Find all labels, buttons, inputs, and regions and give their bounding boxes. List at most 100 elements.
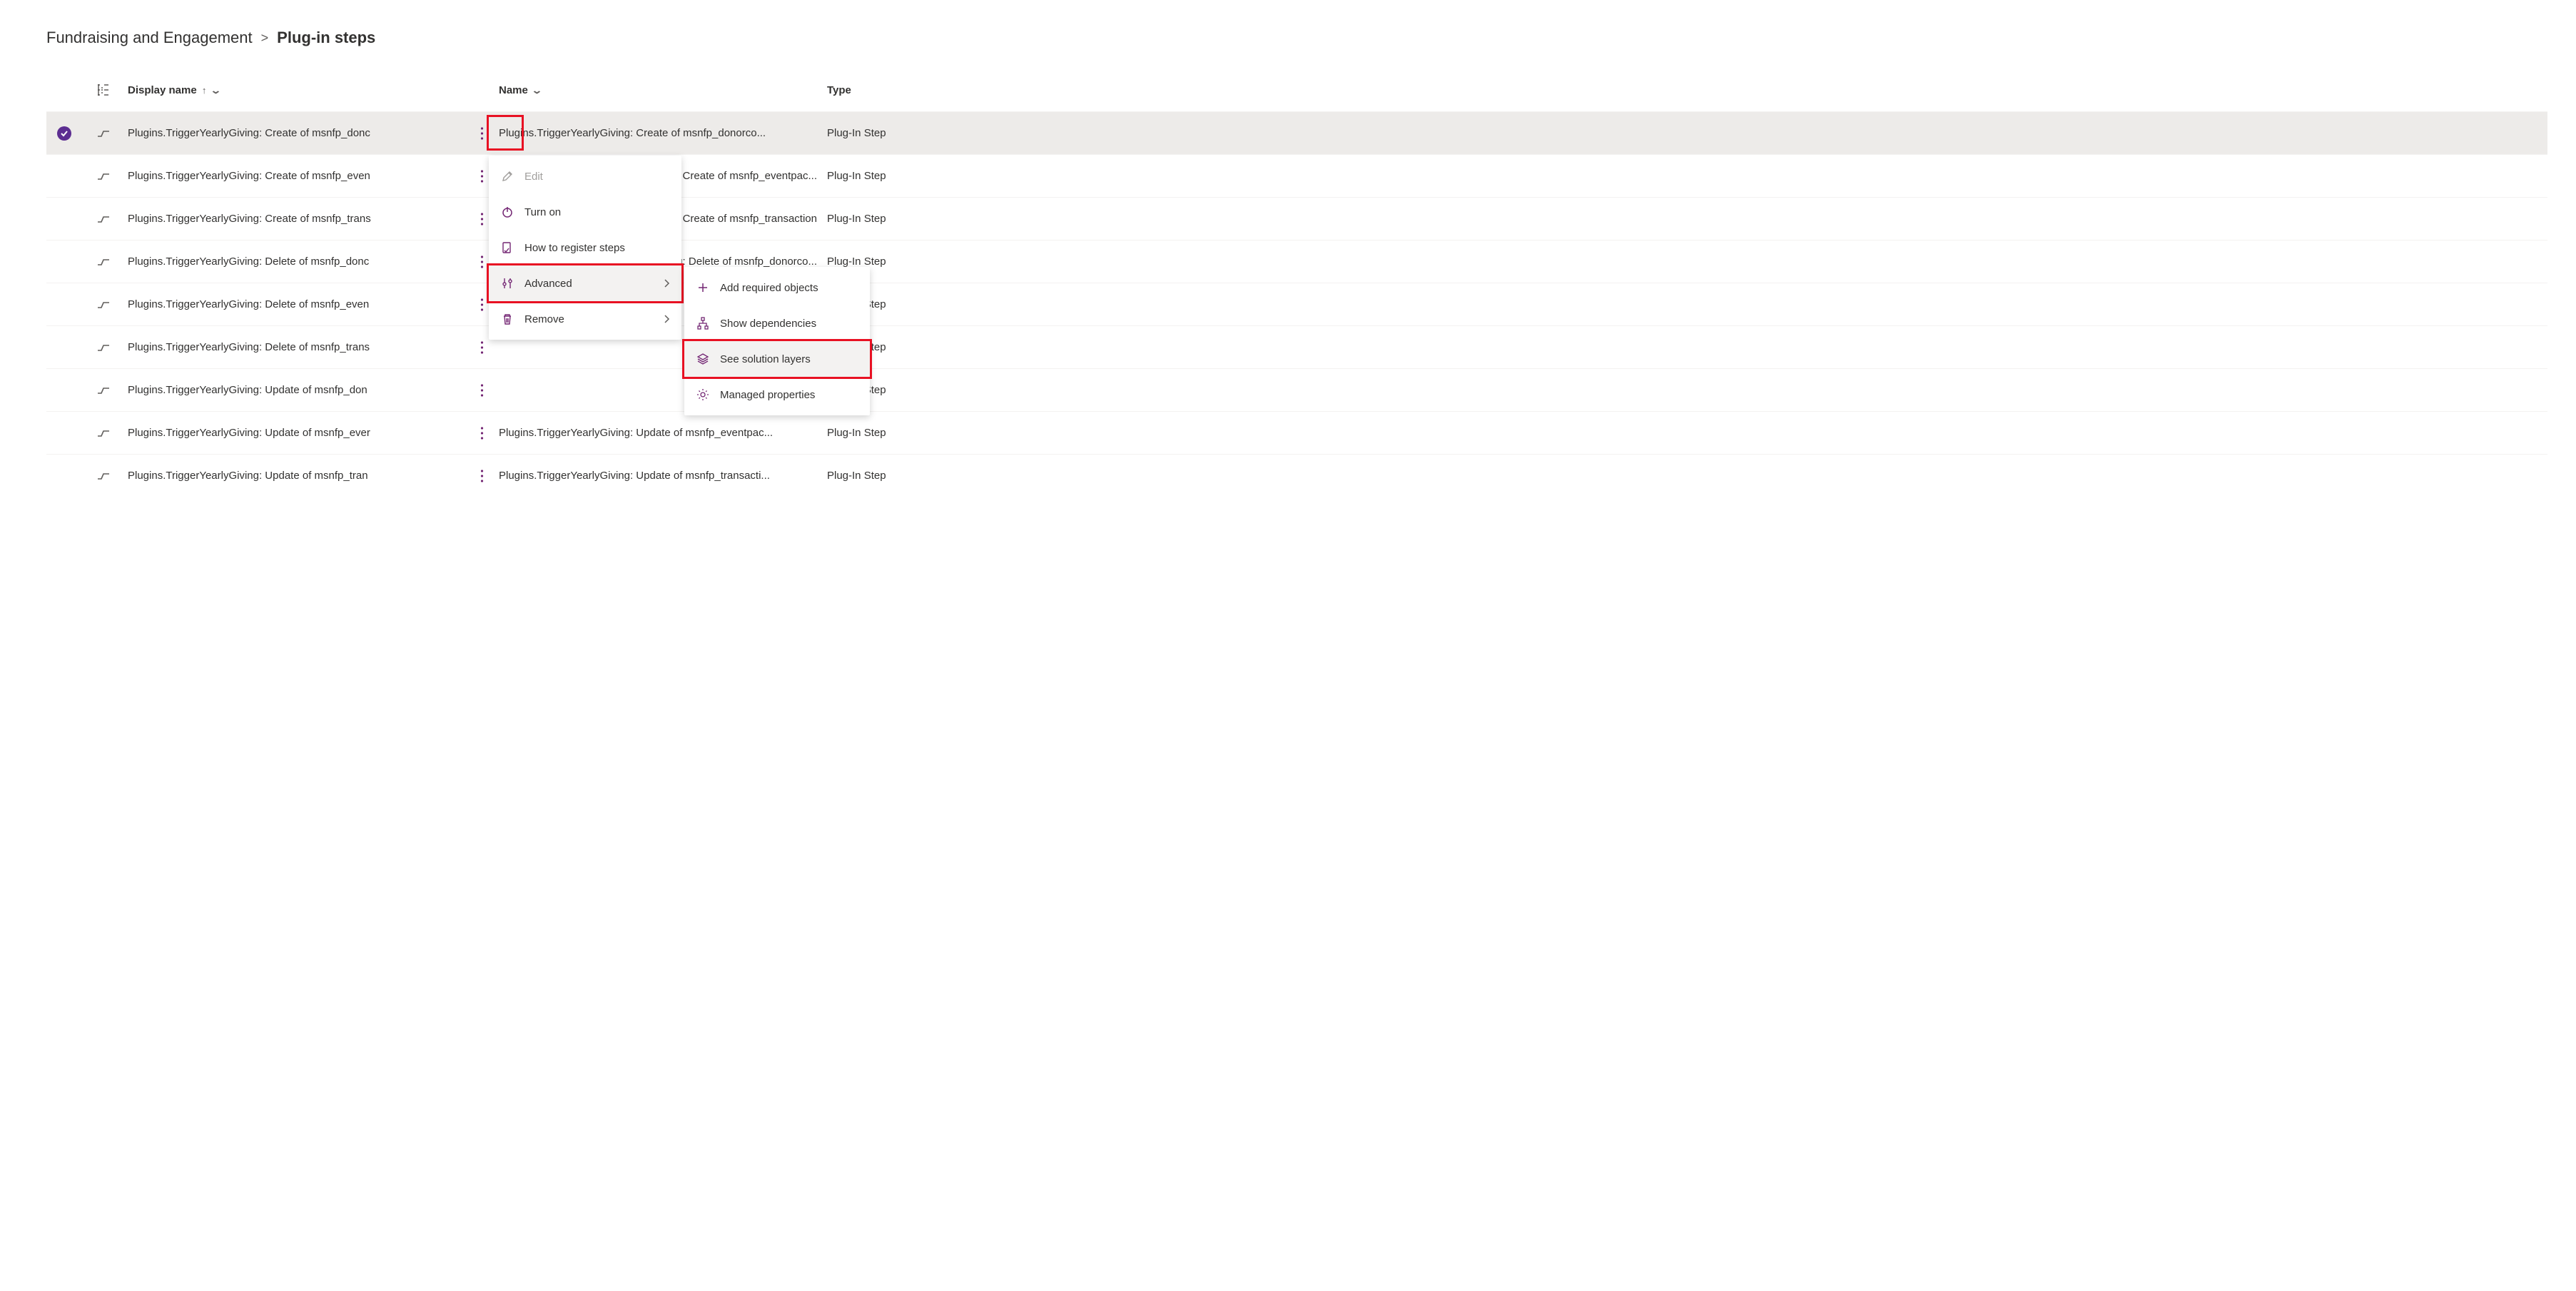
advanced-submenu: Add required objects Show dependencies S…	[684, 267, 870, 415]
menu-item-label: How to register steps	[524, 242, 625, 254]
grid-header: Display name ↑ ⌄ Name ⌄ Type	[46, 69, 2547, 111]
table-row[interactable]: Plugins.TriggerYearlyGiving: Delete of m…	[46, 240, 2547, 283]
submenu-item-add-required[interactable]: Add required objects	[684, 270, 870, 305]
more-actions-button[interactable]	[472, 378, 491, 403]
dependencies-icon	[696, 317, 710, 330]
grid-body: Plugins.TriggerYearlyGiving: Create of m…	[46, 111, 2547, 497]
column-header-display-name[interactable]: Display name ↑ ⌄	[125, 84, 467, 96]
edit-icon	[500, 170, 514, 183]
cell-display-name: Plugins.TriggerYearlyGiving: Create of m…	[125, 127, 467, 139]
power-icon	[500, 206, 514, 218]
table-row[interactable]: Plugins.TriggerYearlyGiving: Create of m…	[46, 154, 2547, 197]
menu-item-label: Show dependencies	[720, 318, 816, 330]
step-icon	[97, 384, 110, 397]
cell-display-name: Plugins.TriggerYearlyGiving: Update of m…	[125, 427, 467, 439]
menu-item-label: Advanced	[524, 278, 572, 290]
row-expand[interactable]	[82, 213, 125, 226]
chevron-down-icon: ⌄	[210, 85, 221, 96]
layers-icon	[696, 353, 710, 365]
breadcrumb-separator: >	[261, 31, 269, 46]
vertical-dots-icon	[480, 298, 484, 312]
vertical-dots-icon	[480, 340, 484, 355]
row-expand[interactable]	[82, 255, 125, 268]
step-icon	[97, 341, 110, 354]
table-row[interactable]: Plugins.TriggerYearlyGiving: Update of m…	[46, 411, 2547, 454]
cell-type: Plug-In Step	[824, 470, 967, 482]
row-expand[interactable]	[82, 384, 125, 397]
table-row[interactable]: Plugins.TriggerYearlyGiving: Delete of m…	[46, 283, 2547, 325]
cell-name: Plugins.TriggerYearlyGiving: Update of m…	[496, 427, 824, 439]
menu-item-remove[interactable]: Remove	[489, 301, 681, 337]
cell-display-name: Plugins.TriggerYearlyGiving: Create of m…	[125, 213, 467, 225]
menu-item-label: Remove	[524, 313, 564, 325]
cell-type: Plug-In Step	[824, 127, 967, 139]
cell-type: Plug-In Step	[824, 427, 967, 439]
submenu-item-see-solution-layers[interactable]: See solution layers	[684, 341, 870, 377]
row-expand[interactable]	[82, 127, 125, 140]
step-icon	[97, 255, 110, 268]
vertical-dots-icon	[480, 255, 484, 269]
menu-item-label: Turn on	[524, 206, 561, 218]
table-row[interactable]: Plugins.TriggerYearlyGiving: Update of m…	[46, 368, 2547, 411]
sort-ascending-icon: ↑	[202, 85, 207, 96]
menu-item-label: Managed properties	[720, 389, 815, 401]
vertical-dots-icon	[480, 426, 484, 440]
step-icon	[97, 470, 110, 482]
cell-display-name: Plugins.TriggerYearlyGiving: Create of m…	[125, 170, 467, 182]
context-menu: Edit Turn on How to register steps Advan…	[489, 156, 681, 340]
step-icon	[97, 213, 110, 226]
menu-item-turn-on[interactable]: Turn on	[489, 194, 681, 230]
plus-icon	[696, 281, 710, 294]
breadcrumb-current: Plug-in steps	[277, 29, 375, 47]
expand-column-header[interactable]	[82, 83, 125, 96]
cell-type: Plug-In Step	[824, 213, 967, 225]
more-actions-button[interactable]	[472, 121, 491, 146]
cell-name: Plugins.TriggerYearlyGiving: Create of m…	[496, 127, 824, 139]
cell-display-name: Plugins.TriggerYearlyGiving: Update of m…	[125, 384, 467, 396]
table-row[interactable]: Plugins.TriggerYearlyGiving: Delete of m…	[46, 325, 2547, 368]
list-tree-icon	[97, 83, 110, 96]
tools-icon	[500, 277, 514, 290]
row-select[interactable]	[46, 126, 82, 141]
chevron-down-icon: ⌄	[531, 85, 542, 96]
menu-item-label: Edit	[524, 171, 543, 183]
vertical-dots-icon	[480, 169, 484, 183]
cell-type: Plug-In Step	[824, 255, 967, 268]
step-icon	[97, 427, 110, 440]
vertical-dots-icon	[480, 469, 484, 483]
row-expand[interactable]	[82, 341, 125, 354]
column-header-type[interactable]: Type	[824, 84, 967, 96]
cell-name: Plugins.TriggerYearlyGiving: Update of m…	[496, 470, 824, 482]
step-icon	[97, 170, 110, 183]
table-row[interactable]: Plugins.TriggerYearlyGiving: Update of m…	[46, 454, 2547, 497]
more-actions-button[interactable]	[472, 463, 491, 489]
cell-display-name: Plugins.TriggerYearlyGiving: Update of m…	[125, 470, 467, 482]
gear-icon	[696, 388, 710, 401]
table-row[interactable]: Plugins.TriggerYearlyGiving: Create of m…	[46, 111, 2547, 154]
vertical-dots-icon	[480, 383, 484, 398]
row-expand[interactable]	[82, 470, 125, 482]
menu-item-how-to-register[interactable]: How to register steps	[489, 230, 681, 265]
menu-item-label: See solution layers	[720, 353, 811, 365]
breadcrumb: Fundraising and Engagement > Plug-in ste…	[46, 29, 2547, 47]
checkmark-icon	[57, 126, 71, 141]
trash-icon	[500, 313, 514, 325]
submenu-item-managed-properties[interactable]: Managed properties	[684, 377, 870, 412]
chevron-right-icon	[663, 279, 670, 288]
column-header-name[interactable]: Name ⌄	[496, 84, 824, 96]
table-row[interactable]: Plugins.TriggerYearlyGiving: Create of m…	[46, 197, 2547, 240]
chevron-right-icon	[663, 315, 670, 323]
menu-item-advanced[interactable]: Advanced	[489, 265, 681, 301]
submenu-item-show-dependencies[interactable]: Show dependencies	[684, 305, 870, 341]
vertical-dots-icon	[480, 212, 484, 226]
doc-check-icon	[500, 241, 514, 254]
menu-item-label: Add required objects	[720, 282, 818, 294]
row-expand[interactable]	[82, 427, 125, 440]
step-icon	[97, 127, 110, 140]
row-expand[interactable]	[82, 298, 125, 311]
cell-display-name: Plugins.TriggerYearlyGiving: Delete of m…	[125, 341, 467, 353]
cell-display-name: Plugins.TriggerYearlyGiving: Delete of m…	[125, 255, 467, 268]
more-actions-button[interactable]	[472, 420, 491, 446]
breadcrumb-parent[interactable]: Fundraising and Engagement	[46, 29, 253, 47]
row-expand[interactable]	[82, 170, 125, 183]
